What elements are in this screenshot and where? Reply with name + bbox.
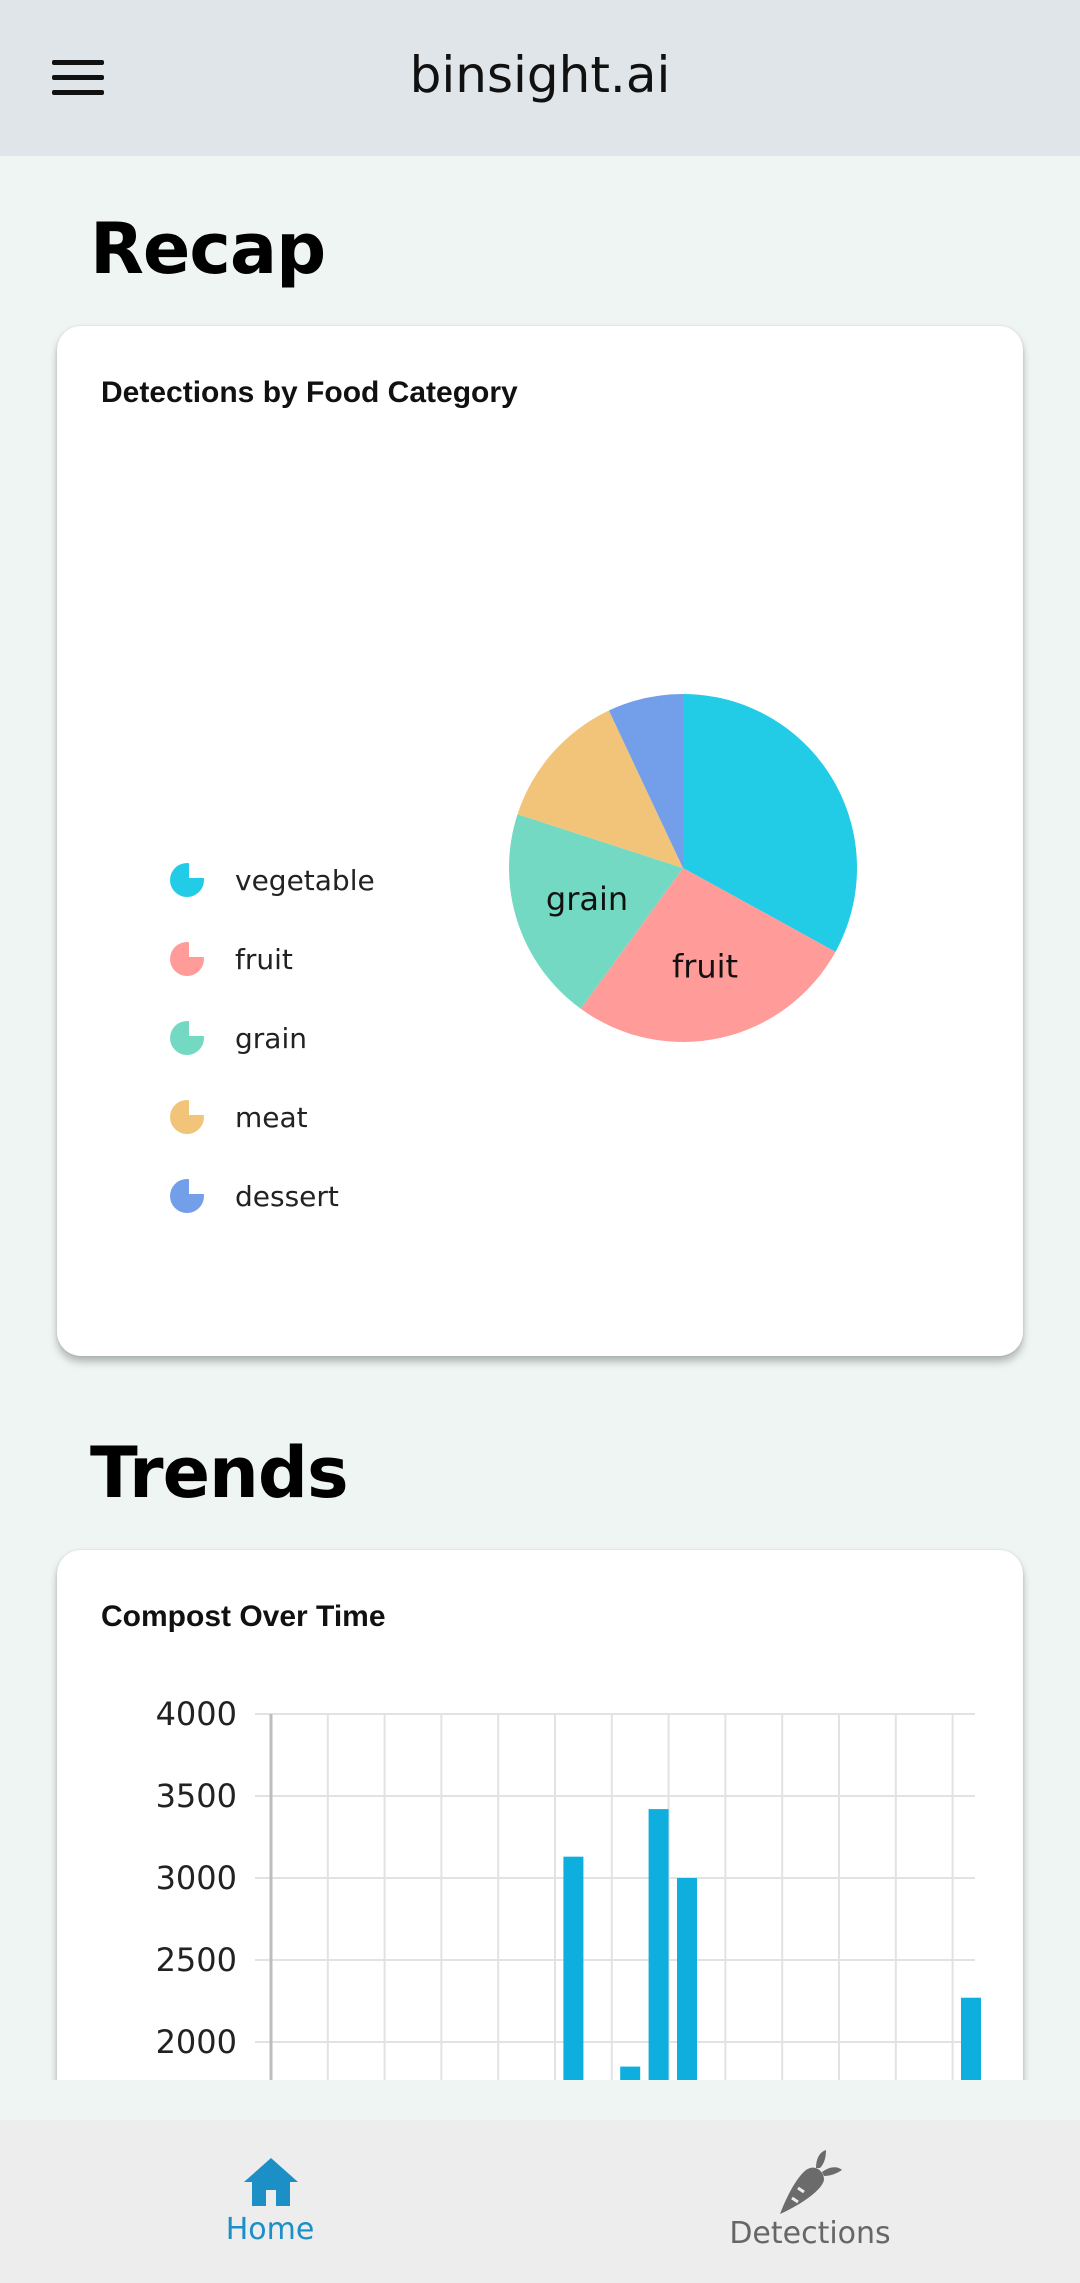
trends-card: Compost Over Time 40003500300025002000gh… <box>57 1550 1023 2080</box>
recap-card: Detections by Food Category vegetable fr… <box>57 326 1023 1356</box>
nav-detections[interactable]: Detections <box>540 2120 1080 2283</box>
nav-home[interactable]: Home <box>0 2120 540 2283</box>
recap-heading: Recap <box>90 208 326 290</box>
y-tick-label: 3500 <box>156 1777 237 1815</box>
home-icon <box>244 2158 298 2206</box>
bar[interactable] <box>961 1997 981 2080</box>
pie-slice-label: grain <box>546 880 628 918</box>
bar[interactable] <box>648 1809 669 2080</box>
bar[interactable] <box>563 1856 584 2080</box>
app-title: binsight.ai <box>409 46 671 104</box>
y-tick-label: 2000 <box>156 2023 237 2061</box>
scroll-content[interactable]: Recap Detections by Food Category vegeta… <box>0 156 1080 2080</box>
nav-detections-label: Detections <box>729 2216 891 2251</box>
trends-heading: Trends <box>90 1432 349 1514</box>
bar-chart: 40003500300025002000ght <box>156 1695 981 2080</box>
y-tick-label: 4000 <box>156 1695 237 1733</box>
app-bar: binsight.ai <box>0 0 1080 156</box>
bar[interactable] <box>677 1878 697 2080</box>
nav-home-label: Home <box>225 2212 315 2247</box>
bottom-navigation: Home Detections <box>0 2120 1080 2283</box>
bar[interactable] <box>620 2066 641 2080</box>
y-tick-label: 2500 <box>156 1941 237 1979</box>
pie-chart: fruit grain <box>509 694 857 1042</box>
y-tick-label: 3000 <box>156 1859 237 1897</box>
carrot-icon <box>780 2150 842 2214</box>
pie-slice-label: fruit <box>672 947 738 985</box>
